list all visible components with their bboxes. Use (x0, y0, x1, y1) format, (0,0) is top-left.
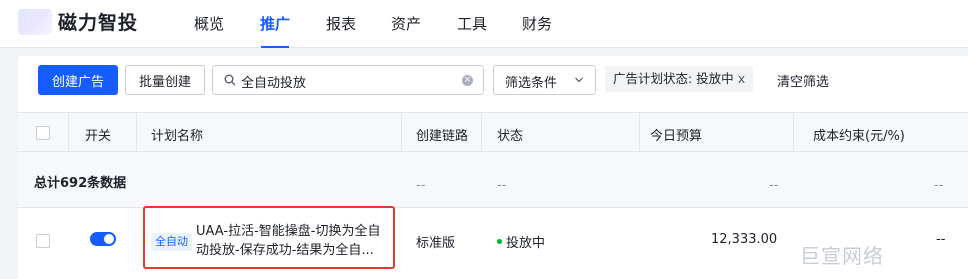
column-divider (68, 113, 69, 153)
header-status[interactable]: 状态 (497, 125, 523, 144)
active-tab-indicator (261, 46, 289, 48)
nav-item-assets[interactable]: 资产 (391, 0, 421, 48)
table-header: 开关 计划名称 创建链路 状态 今日预算 成本约束(元/%) (18, 112, 968, 279)
row-switch-toggle[interactable] (90, 232, 116, 246)
plan-name-line-2: 动投放-保存成功-结果为全自... (196, 243, 374, 258)
remove-filter-icon[interactable]: x (738, 71, 745, 86)
header-today-budget[interactable]: 今日预算 (650, 125, 702, 144)
nav-item-finance[interactable]: 财务 (522, 0, 552, 48)
create-ad-button[interactable]: 创建广告 (38, 65, 118, 95)
top-navigation: 磁力智投 概览 推广 报表 资产 工具 财务 (0, 0, 968, 48)
header-plan-name[interactable]: 计划名称 (151, 125, 203, 144)
search-input[interactable]: 全自动投放 × (212, 65, 484, 95)
total-row: 总计692条数据 -- -- -- -- (18, 152, 968, 208)
toolbar: 创建广告 批量创建 全自动投放 × 筛选条件 广告计划状态: 投放中 x 清空筛选 (18, 56, 968, 112)
row-cost-constraint: -- (936, 232, 946, 247)
total-cost-constraint: -- (934, 178, 944, 193)
row-status: 投放中 (506, 236, 546, 251)
auto-tag-badge: 全自动 (151, 233, 192, 251)
total-status: -- (497, 178, 507, 193)
active-filter-tag: 广告计划状态: 投放中 x (605, 66, 754, 92)
status-running-dot-icon (497, 239, 502, 244)
total-create-link: -- (416, 178, 426, 193)
clear-search-icon[interactable]: × (462, 75, 473, 86)
header-cost-constraint[interactable]: 成本约束(元/%) (813, 125, 905, 144)
filter-select-label: 筛选条件 (505, 76, 558, 91)
batch-create-button[interactable]: 批量创建 (125, 65, 205, 95)
search-value: 全自动投放 (241, 76, 307, 91)
row-checkbox[interactable] (36, 234, 50, 248)
nav-item-reports[interactable]: 报表 (326, 0, 356, 48)
search-icon (224, 74, 236, 86)
row-budget[interactable]: 12,333.00 (711, 232, 777, 247)
logo-mark-icon (18, 8, 52, 35)
nav-item-overview[interactable]: 概览 (194, 0, 224, 48)
watermark-logo: 巨宣网络 (800, 244, 884, 268)
nav-item-promotion[interactable]: 推广 (260, 0, 290, 48)
plan-name-line-1: UAA-拉活-智能操盘-切换为全自 (196, 224, 381, 239)
brand-logo[interactable]: 磁力智投 (18, 8, 138, 35)
select-all-checkbox[interactable] (36, 126, 50, 140)
clear-filters-link[interactable]: 清空筛选 (777, 71, 829, 90)
nav-item-tools[interactable]: 工具 (457, 0, 487, 48)
total-budget: -- (769, 178, 779, 193)
header-switch: 开关 (85, 129, 112, 144)
total-count: 总计692条数据 (34, 176, 127, 191)
nav-item-label: 推广 (260, 15, 291, 33)
chevron-down-icon (575, 77, 583, 83)
filter-tag-label: 广告计划状态: 投放中 (613, 71, 734, 86)
brand-name: 磁力智投 (58, 12, 139, 34)
plan-name-link[interactable]: UAA-拉活-智能操盘-切换为全自 动投放-保存成功-结果为全自... (196, 222, 391, 260)
filter-conditions-select[interactable]: 筛选条件 (493, 65, 596, 95)
header-create-link[interactable]: 创建链路 (416, 125, 468, 144)
row-create-link: 标准版 (416, 236, 456, 251)
toggle-knob (104, 234, 114, 244)
